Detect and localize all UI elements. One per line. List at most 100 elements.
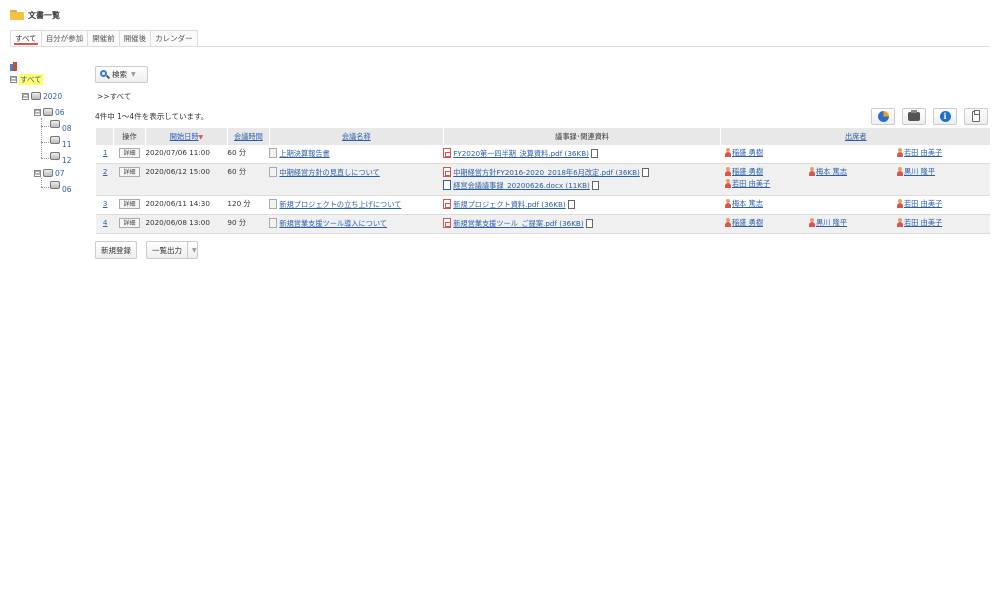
column-header-start[interactable]: 開始日時▼ [144,128,228,145]
row-number-link[interactable]: 4 [103,218,108,227]
tree-node-month-06: ⊟ 06 [34,107,65,117]
column-header-operation: 操作 [112,128,146,145]
file-link[interactable]: 経営会議議事録_20200626.docx (11KB) [453,181,590,190]
attendee-link[interactable]: 若田 由美子 [904,148,942,157]
sort-start-link[interactable]: 開始日時 [170,132,199,141]
new-register-label: 新規登録 [101,245,131,255]
tree-label-all[interactable]: すべて [19,73,43,85]
collapse-icon[interactable]: ⊟ [34,108,41,116]
file-link[interactable]: 中期経営方針FY2016-2020_2018年6月改定.pdf (36KB) [453,168,640,177]
collapse-icon[interactable]: ⊟ [22,92,29,100]
page-title: 文書一覧 [28,10,60,20]
tree-label-day[interactable]: 08 [62,124,72,133]
attendee-link[interactable]: 黒川 隆平 [816,218,847,227]
tab-upcoming[interactable]: 開催前 [87,30,120,46]
table-row: 4 詳細 2020/06/08 13:00 90 分 新規営業支援ツール導入につ… [95,214,990,234]
tree-label-month[interactable]: 06 [55,108,65,117]
meeting-name-link[interactable]: 新規営業支援ツール導入について [279,219,387,228]
attendee-link[interactable]: 稲盛 勇樹 [732,148,763,157]
tab-participating[interactable]: 自分が参加 [40,30,89,46]
table-row: 3 詳細 2020/06/11 14:30 120 分 新規プロジェクトの立ち上… [95,195,990,215]
chevron-down-icon[interactable]: ▼ [187,242,197,258]
detail-button[interactable]: 詳細 [119,167,140,177]
search-icon [100,70,111,80]
clipboard-icon[interactable] [590,149,598,158]
document-icon [269,199,278,209]
attendee-link[interactable]: 梅本 篤志 [816,167,847,176]
person-icon [724,167,731,176]
info-button[interactable]: i [933,108,957,125]
detail-button[interactable]: 詳細 [119,148,140,158]
attendee-link[interactable]: 若田 由美子 [732,179,770,188]
database-icon [50,120,60,128]
file-link[interactable]: 新規プロジェクト資料.pdf (36KB) [453,200,566,209]
tree-label-day[interactable]: 06 [62,185,72,194]
table-row: 1 詳細 2020/07/06 11:00 60 分 上期決算報告書 FY202… [95,145,990,164]
collapse-icon[interactable]: ⊟ [34,169,41,177]
sort-desc-icon: ▼ [198,133,204,141]
pdf-icon [443,167,452,177]
meeting-name-link[interactable]: 新規プロジェクトの立ち上げについて [279,200,401,209]
tab-calendar[interactable]: カレンダー [150,30,198,46]
tree-label-month[interactable]: 07 [55,169,65,178]
pdf-icon [443,148,452,158]
tree-node-day: 06 [50,180,72,194]
duration: 60 分 [227,163,270,196]
tree-label-day[interactable]: 11 [62,140,72,149]
tree-label-year[interactable]: 2020 [43,92,62,101]
attendee-link[interactable]: 稲盛 勇樹 [732,167,763,176]
tree-label-day[interactable]: 12 [62,156,72,165]
sort-name-link[interactable]: 会議名称 [342,132,371,141]
person-icon [896,148,903,157]
clipboard-icon[interactable] [641,168,649,177]
attendee-link[interactable]: 稲盛 勇樹 [732,218,763,227]
file-link[interactable]: 新規営業支援ツール_ご提案.pdf (36KB) [453,219,583,228]
clipboard-button[interactable] [964,108,988,125]
document-icon [269,218,278,228]
row-number-link[interactable]: 3 [103,199,108,208]
folder-icon [10,10,24,20]
tab-past[interactable]: 開催後 [118,30,152,46]
start-datetime: 2020/06/12 15:00 [145,163,228,196]
attendee-link[interactable]: 若田 由美子 [904,199,942,208]
print-icon [908,110,920,121]
sort-attendees-link[interactable]: 出席者 [845,132,867,141]
column-header-duration[interactable]: 会議時間 [226,128,270,145]
export-list-button[interactable]: 一覧出力 ▼ [146,241,198,259]
person-icon [724,148,731,157]
meeting-name-link[interactable]: 上期決算報告書 [279,149,329,158]
file-link[interactable]: FY2020第一四半期_決算資料.pdf (36KB) [453,149,589,158]
new-register-button[interactable]: 新規登録 [95,241,137,259]
export-list-label: 一覧出力 [152,245,182,255]
attendee-link[interactable]: 梅本 篤志 [732,199,763,208]
column-header-no [95,128,114,145]
duration: 60 分 [227,145,270,164]
detail-button[interactable]: 詳細 [119,218,140,228]
chart-icon [877,111,889,122]
column-header-attendees[interactable]: 出席者 [720,128,990,145]
detail-button[interactable]: 詳細 [119,199,140,209]
attendee-link[interactable]: 黒川 隆平 [904,167,935,176]
clipboard-icon[interactable] [585,219,593,228]
breadcrumb: >>すべて [97,92,132,101]
database-icon [50,136,60,144]
sort-duration-link[interactable]: 会議時間 [234,132,263,141]
column-header-name[interactable]: 会議名称 [268,128,444,145]
search-label: 検索 [112,70,127,79]
column-header-files: 議事録･関連資料 [442,128,721,145]
print-button[interactable] [902,108,926,125]
attendee-link[interactable]: 若田 由美子 [904,218,942,227]
meeting-name-link[interactable]: 中期経営方針の見直しについて [279,168,379,177]
person-icon [896,218,903,227]
collapse-icon[interactable]: ⊟ [10,75,17,83]
info-icon: i [939,111,951,122]
clipboard-icon[interactable] [591,181,599,190]
row-number-link[interactable]: 2 [103,167,108,176]
clipboard-icon[interactable] [567,200,575,209]
tab-all[interactable]: すべて [10,30,42,46]
pdf-icon [443,218,452,228]
row-number-link[interactable]: 1 [103,148,108,157]
tree-node-all: ⊟ すべて [10,73,43,85]
chart-button[interactable] [871,108,895,125]
search-button[interactable]: 検索 ▼ [95,66,148,83]
